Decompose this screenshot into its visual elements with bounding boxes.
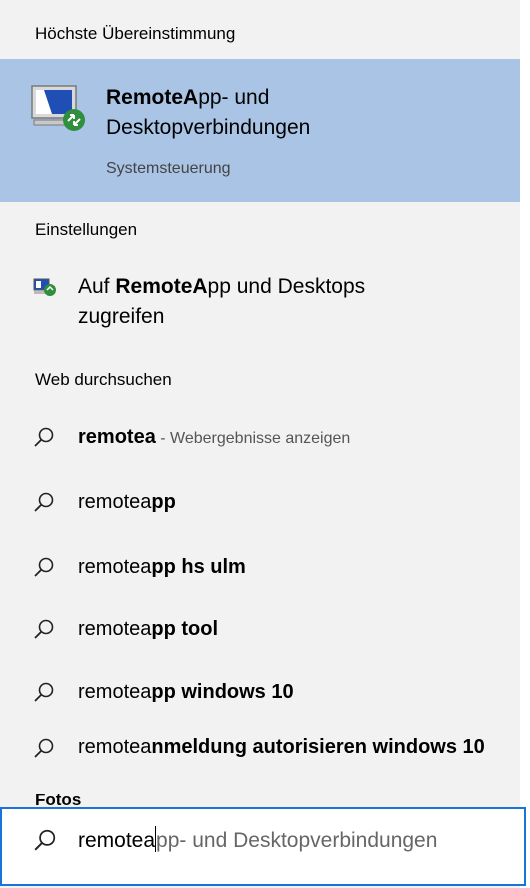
web-result-item[interactable]: remoteapp windows 10	[0, 668, 520, 716]
section-header-web: Web durchsuchen	[35, 370, 172, 389]
search-icon	[34, 619, 54, 639]
web-result-text: remoteapp windows 10	[78, 681, 294, 703]
search-icon	[34, 738, 54, 758]
search-icon	[34, 682, 54, 702]
section-header-settings: Einstellungen	[35, 220, 138, 239]
remote-desktop-icon	[31, 85, 85, 131]
search-icon	[34, 492, 54, 512]
web-result-item[interactable]: remoteanmeldung autorisieren windows 10	[0, 724, 520, 794]
web-result-item[interactable]: remoteapp tool	[0, 605, 520, 653]
settings-result-label: Auf RemoteApp und Desktops zugreifen	[78, 275, 366, 328]
section-header-photos: Fotos	[35, 794, 82, 806]
search-input[interactable]: remoteapp- und Desktopverbindungen	[0, 807, 526, 886]
best-match-subtitle: Systemsteuerung	[106, 160, 231, 177]
settings-result[interactable]: Auf RemoteApp und Desktops zugreifen	[0, 264, 520, 344]
web-result-text: remoteapp hs ulm	[78, 556, 246, 578]
web-result-text: remoteapp tool	[78, 618, 219, 640]
web-result-text: remotea - Webergebnisse anzeigen	[78, 426, 351, 448]
search-query[interactable]: remoteapp- und Desktopverbindungen	[78, 826, 437, 853]
web-result-text: remoteapp	[78, 491, 176, 513]
web-result-item[interactable]: remoteapp hs ulm	[0, 543, 520, 591]
web-result-item[interactable]: remoteapp	[0, 478, 520, 526]
best-match-result[interactable]: RemoteApp- und Desktopverbindungen Syste…	[0, 59, 520, 202]
search-icon	[34, 557, 54, 577]
section-header-best-match: Höchste Übereinstimmung	[35, 24, 236, 43]
best-match-title: RemoteApp- und Desktopverbindungen	[106, 86, 311, 139]
web-result-text: remoteanmeldung autorisieren windows 10	[78, 736, 485, 758]
search-icon	[34, 829, 56, 851]
scrollbar-track	[520, 0, 530, 888]
web-result-item[interactable]: remotea - Webergebnisse anzeigen	[0, 413, 520, 461]
search-icon	[34, 427, 54, 447]
remoteapp-settings-icon	[33, 278, 56, 296]
